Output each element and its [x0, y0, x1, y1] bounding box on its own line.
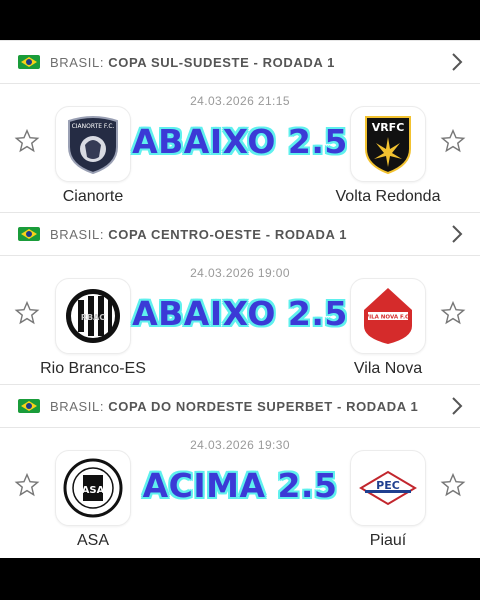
match-row[interactable]: 24.03.2026 21:15 CIANORTE F.C. VRFC ABAI…: [0, 84, 480, 212]
volta-redonda-crest-icon: VRFC: [365, 116, 411, 175]
svg-text:ASA: ASA: [82, 485, 105, 496]
away-team-logo: PEC: [350, 450, 426, 526]
match-row[interactable]: 24.03.2026 19:00 RBAC VILA NOVA F.C. ABA…: [0, 256, 480, 384]
away-team-logo: VRFC: [350, 106, 426, 182]
match-list: BRASIL: COPA SUL-SUDESTE - RODADA 1 24.0…: [0, 40, 480, 558]
chevron-right-icon[interactable]: [448, 223, 466, 245]
favorite-star-icon[interactable]: [440, 128, 466, 154]
match-row[interactable]: 24.03.2026 19:30 ASA PEC ACIMA 2.5 ASA P…: [0, 428, 480, 556]
home-team-name[interactable]: Rio Branco-ES: [23, 360, 163, 378]
svg-text:VILA NOVA F.C.: VILA NOVA F.C.: [365, 315, 411, 321]
away-team-name[interactable]: Piauí: [318, 532, 458, 550]
away-team-logo: VILA NOVA F.C.: [350, 278, 426, 354]
svg-text:VRFC: VRFC: [372, 121, 405, 134]
vila-nova-crest-icon: VILA NOVA F.C.: [364, 288, 412, 344]
cianorte-crest-icon: CIANORTE F.C.: [68, 116, 118, 175]
svg-text:CIANORTE F.C.: CIANORTE F.C.: [72, 123, 115, 130]
prediction-label: ACIMA 2.5: [142, 466, 338, 505]
chevron-right-icon[interactable]: [448, 395, 466, 417]
home-team-name[interactable]: ASA: [23, 532, 163, 550]
prediction-label: ABAIXO 2.5: [132, 294, 348, 333]
home-team-logo: CIANORTE F.C.: [55, 106, 131, 182]
league-title: BRASIL: COPA DO NORDESTE SUPERBET - RODA…: [50, 398, 419, 414]
asa-crest-icon: ASA: [63, 458, 123, 518]
prediction-label: ABAIXO 2.5: [132, 122, 348, 161]
favorite-star-icon[interactable]: [14, 128, 40, 154]
league-header-1[interactable]: BRASIL: COPA SUL-SUDESTE - RODADA 1: [0, 40, 480, 84]
favorite-star-icon[interactable]: [440, 472, 466, 498]
home-team-logo: RBAC: [55, 278, 131, 354]
brazil-flag-icon: [18, 227, 40, 241]
league-title: BRASIL: COPA SUL-SUDESTE - RODADA 1: [50, 54, 335, 70]
chevron-right-icon[interactable]: [448, 51, 466, 73]
league-header-3[interactable]: BRASIL: COPA DO NORDESTE SUPERBET - RODA…: [0, 384, 480, 428]
brazil-flag-icon: [18, 55, 40, 69]
home-team-name[interactable]: Cianorte: [23, 188, 163, 206]
home-team-logo: ASA: [55, 450, 131, 526]
svg-text:RBAC: RBAC: [81, 313, 105, 322]
favorite-star-icon[interactable]: [440, 300, 466, 326]
rio-branco-crest-icon: RBAC: [66, 289, 120, 343]
brazil-flag-icon: [18, 399, 40, 413]
favorite-star-icon[interactable]: [14, 300, 40, 326]
piaui-crest-icon: PEC: [359, 470, 417, 506]
league-title: BRASIL: COPA CENTRO-OESTE - RODADA 1: [50, 226, 348, 242]
away-team-name[interactable]: Vila Nova: [318, 360, 458, 378]
league-header-2[interactable]: BRASIL: COPA CENTRO-OESTE - RODADA 1: [0, 212, 480, 256]
svg-text:PEC: PEC: [376, 479, 400, 492]
away-team-name[interactable]: Volta Redonda: [318, 188, 458, 206]
favorite-star-icon[interactable]: [14, 472, 40, 498]
